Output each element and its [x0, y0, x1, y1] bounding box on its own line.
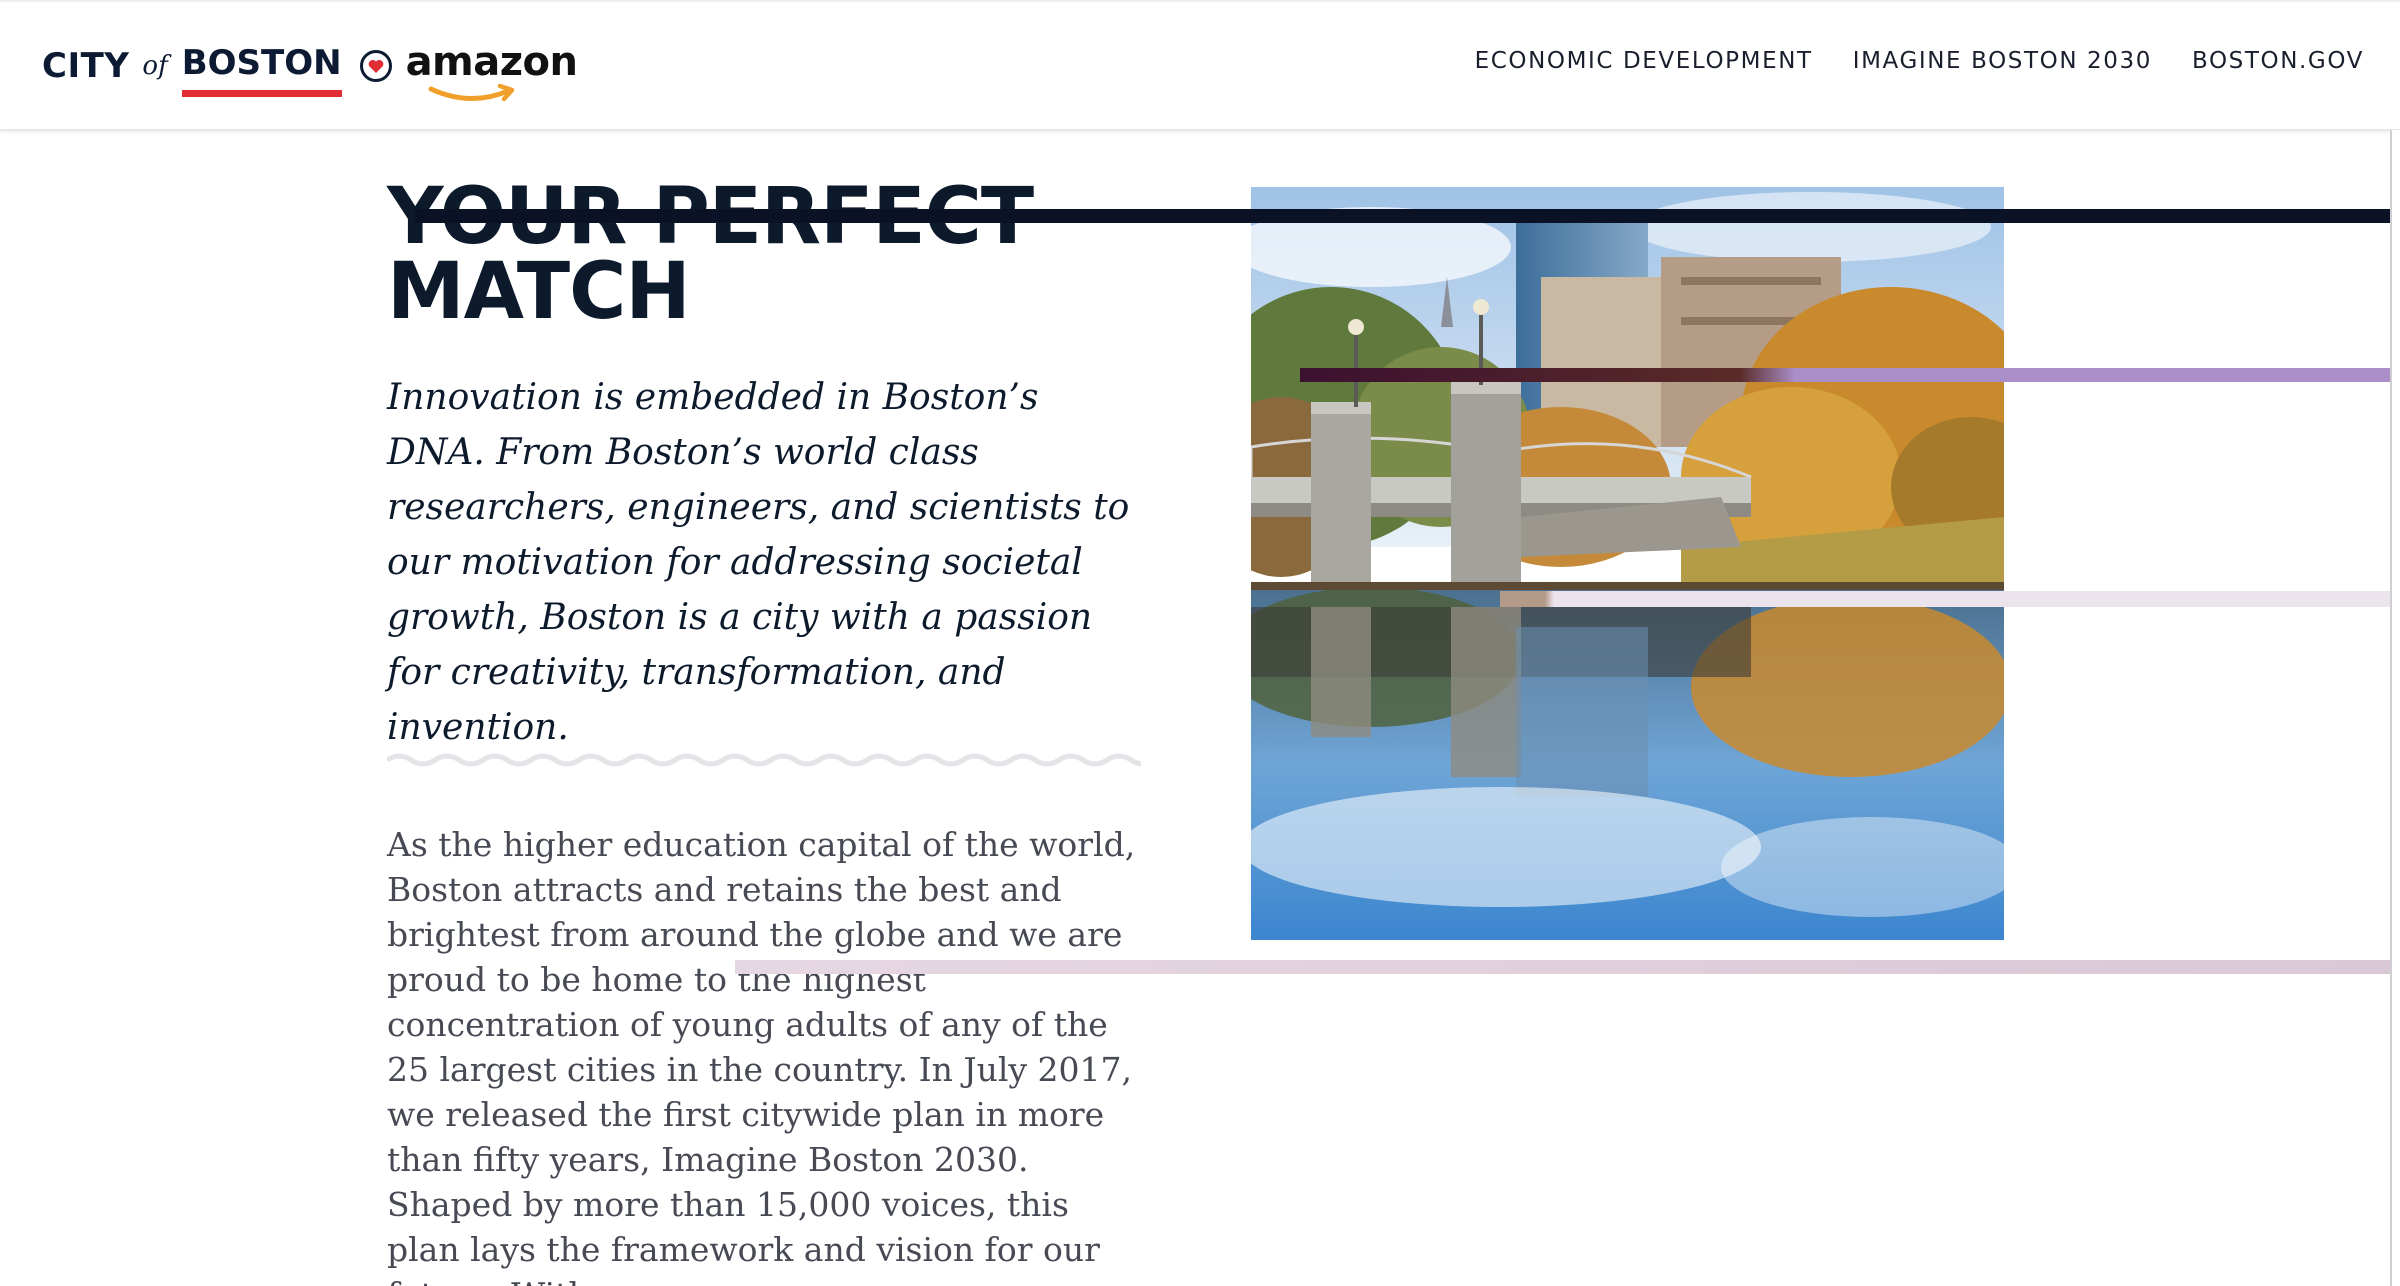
- header-top-border: [0, 0, 2400, 2]
- logo-city-text: CITY: [42, 46, 130, 86]
- logo-boston-text: BOSTON: [181, 43, 342, 97]
- amazon-smile-icon: [428, 83, 514, 102]
- intro-paragraph: Innovation is embedded in Boston’s DNA. …: [387, 377, 1130, 748]
- wavy-divider: [387, 753, 1141, 767]
- nav-economic-development[interactable]: ECONOMIC DEVELOPMENT: [1475, 48, 1813, 74]
- amazon-logo: amazon: [405, 39, 578, 102]
- body-paragraph: As the higher education capital of the w…: [387, 825, 1136, 1286]
- nav-imagine-boston-2030[interactable]: IMAGINE BOSTON 2030: [1853, 48, 2152, 74]
- main-nav: ECONOMIC DEVELOPMENT IMAGINE BOSTON 2030…: [1475, 48, 2364, 74]
- amazon-logo-text: amazon: [405, 39, 578, 85]
- heart-icon: [359, 50, 392, 82]
- render-artifact-edge: [2390, 130, 2400, 1286]
- page-headline: YOUR PERFECT MATCH: [387, 178, 1147, 331]
- city-boston-amazon-logo[interactable]: CITY of BOSTON amazon: [42, 36, 578, 102]
- nav-boston-gov[interactable]: BOSTON.GOV: [2192, 48, 2364, 74]
- headline-line-2: MATCH: [387, 247, 691, 337]
- site-header: CITY of BOSTON amazon ECONOMIC DEVELOPME…: [0, 0, 2400, 131]
- logo-of-text: of: [142, 51, 168, 81]
- public-garden-bridge-photo: [1251, 187, 2004, 940]
